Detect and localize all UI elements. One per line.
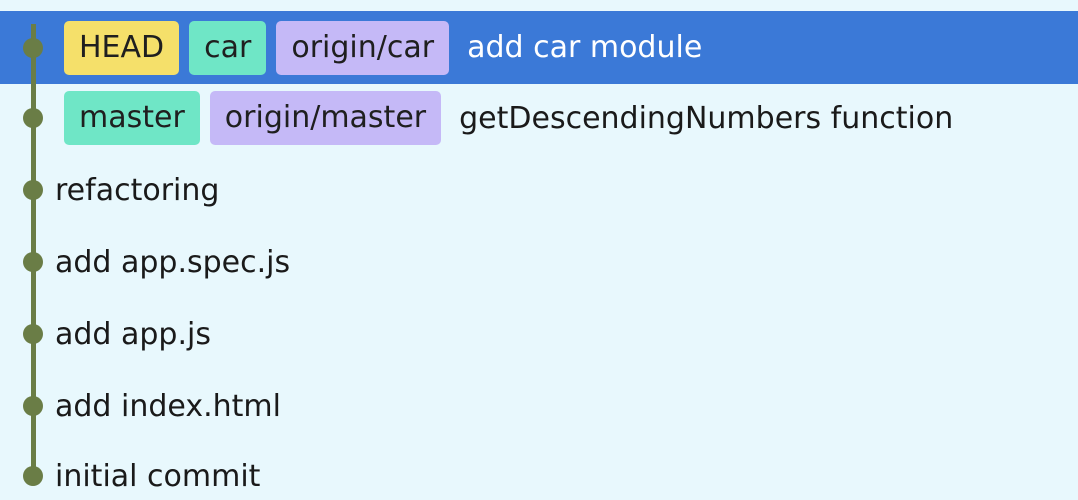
commit-row-get-descending-numbers[interactable]: master origin/master getDescendingNumber… bbox=[0, 82, 1078, 154]
commit-row-add-app-js[interactable]: add app.js bbox=[0, 298, 1078, 370]
ref-badge-branch-master[interactable]: master bbox=[64, 91, 200, 145]
commit-message: add app.spec.js bbox=[55, 244, 291, 280]
commit-message: refactoring bbox=[55, 172, 220, 208]
commit-row-add-car-module[interactable]: HEAD car origin/car add car module bbox=[0, 11, 1078, 84]
commit-row-refactoring[interactable]: refactoring bbox=[0, 154, 1078, 226]
commit-message: getDescendingNumbers function bbox=[459, 100, 954, 136]
ref-badge-origin-master[interactable]: origin/master bbox=[209, 91, 442, 145]
commit-dot bbox=[23, 37, 43, 58]
commit-dot bbox=[23, 108, 43, 128]
ref-badge-origin-car[interactable]: origin/car bbox=[276, 20, 450, 75]
commit-row-initial-commit[interactable]: initial commit bbox=[0, 440, 1078, 500]
commit-row-add-app-spec-js[interactable]: add app.spec.js bbox=[0, 226, 1078, 298]
commit-message: add index.html bbox=[55, 388, 281, 424]
commit-row-add-index-html[interactable]: add index.html bbox=[0, 370, 1078, 442]
commit-dot bbox=[23, 396, 43, 416]
commit-dot bbox=[23, 252, 43, 272]
commit-graph: HEAD car origin/car add car module maste… bbox=[0, 0, 1078, 500]
commit-message: initial commit bbox=[55, 458, 261, 494]
commit-message: add app.js bbox=[55, 316, 211, 352]
commit-dot bbox=[23, 180, 43, 200]
ref-badge-head[interactable]: HEAD bbox=[64, 20, 180, 75]
commit-dot bbox=[23, 324, 43, 344]
commit-dot bbox=[23, 466, 43, 486]
commit-message: add car module bbox=[467, 30, 703, 65]
ref-badge-branch-car[interactable]: car bbox=[189, 20, 267, 75]
